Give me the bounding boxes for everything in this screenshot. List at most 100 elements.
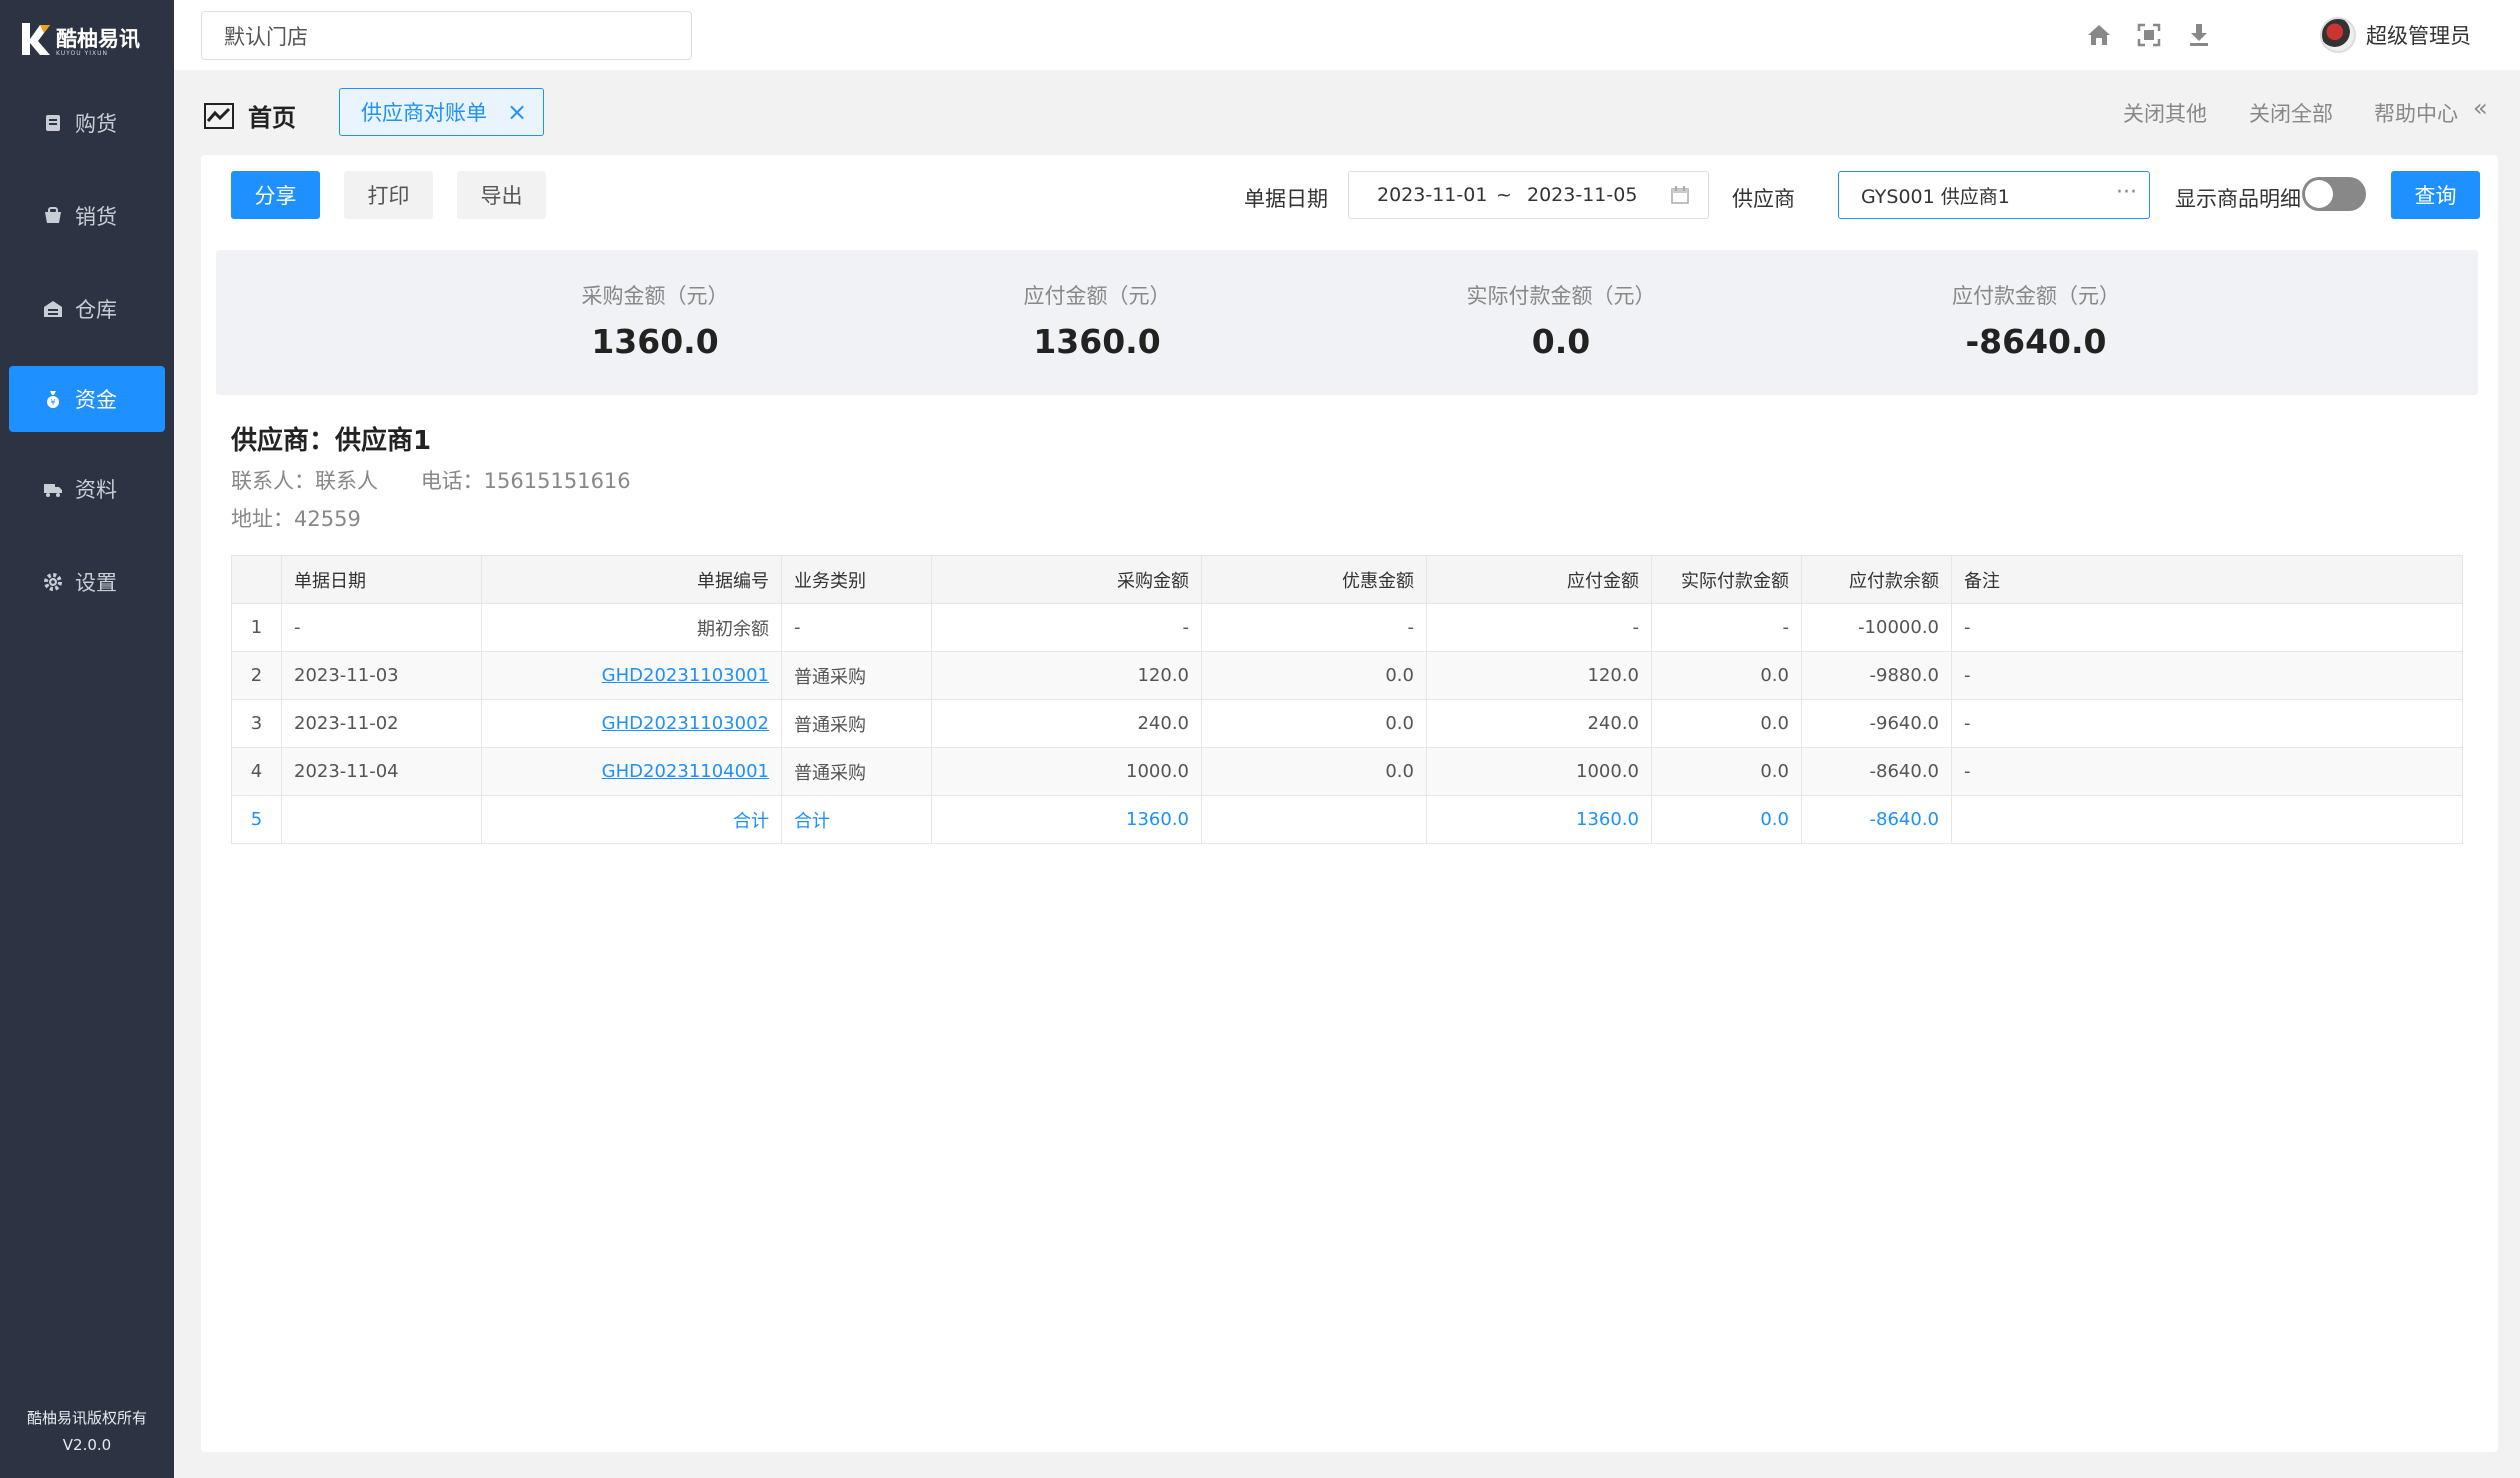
warehouse-icon xyxy=(44,301,62,317)
gear-icon xyxy=(44,573,62,591)
stat-actual-paid: 实际付款金额（元） 0.0 xyxy=(1411,280,1711,361)
date-range-picker[interactable]: 2023-11-01 ~ 2023-11-05 xyxy=(1348,171,1709,219)
close-icon[interactable]: × xyxy=(507,98,527,126)
logo-subtext: KUYOU YIXUN xyxy=(56,50,108,57)
cell-payable: 1000.0 xyxy=(1426,747,1652,796)
cell-type: 普通采购 xyxy=(781,651,932,700)
tabs-row: 首页 供应商对账单 × 关闭其他 关闭全部 帮助中心 « xyxy=(174,70,2520,154)
money-bag-icon: ¥ xyxy=(47,391,59,408)
cell-date xyxy=(281,795,482,844)
cell-paid: 0.0 xyxy=(1651,651,1802,700)
cell-balance: -8640.0 xyxy=(1801,795,1952,844)
cell-purchase: 240.0 xyxy=(931,699,1202,748)
table-row[interactable]: 1 - 期初余额 - - - - - -10000.0 - xyxy=(231,603,2463,652)
print-button[interactable]: 打印 xyxy=(344,171,433,219)
col-header-date[interactable]: 单据日期 xyxy=(281,555,482,604)
tab-supplier-statement[interactable]: 供应商对账单 × xyxy=(339,88,544,136)
home-icon[interactable] xyxy=(2085,21,2113,49)
tab-home-label: 首页 xyxy=(248,104,296,132)
cell-discount: - xyxy=(1201,603,1427,652)
download-icon[interactable] xyxy=(2185,21,2213,49)
table-row[interactable]: 3 2023-11-02 GHD20231103002 普通采购 240.0 0… xyxy=(231,699,2463,748)
cell-paid: 0.0 xyxy=(1651,795,1802,844)
sidebar-item-purchase[interactable]: 购货 xyxy=(9,90,165,156)
close-others-button[interactable]: 关闭其他 xyxy=(2123,98,2207,128)
col-header-doc-no[interactable]: 单据编号 xyxy=(481,555,782,604)
help-center-button[interactable]: 帮助中心 xyxy=(2374,98,2458,128)
table-row[interactable]: 2 2023-11-03 GHD20231103001 普通采购 120.0 0… xyxy=(231,651,2463,700)
logo-icon xyxy=(22,23,50,55)
show-detail-toggle[interactable] xyxy=(2302,177,2366,211)
user-name: 超级管理员 xyxy=(2366,24,2471,48)
export-button[interactable]: 导出 xyxy=(457,171,546,219)
supplier-phone: 电话：15615151616 xyxy=(420,469,631,493)
cell-type: 普通采购 xyxy=(781,747,932,796)
cell-date: 2023-11-04 xyxy=(281,747,482,796)
supplier-label: 供应商 xyxy=(1732,187,1795,211)
copyright-text: 酷柚易讯版权所有 xyxy=(26,1409,147,1427)
sidebar-item-data[interactable]: 资料 xyxy=(9,456,165,522)
truck-icon xyxy=(44,484,62,497)
date-from[interactable]: 2023-11-01 xyxy=(1377,184,1487,206)
cell-remark: - xyxy=(1951,747,2463,796)
main-content: 分享 打印 导出 单据日期 2023-11-01 ~ 2023-11-05 供应… xyxy=(201,155,2498,1452)
stat-value: 1360.0 xyxy=(591,322,719,361)
sidebar-item-sales[interactable]: 销货 xyxy=(9,183,165,249)
query-button[interactable]: 查询 xyxy=(2391,171,2480,219)
doc-link[interactable]: GHD20231103001 xyxy=(602,665,769,686)
store-select[interactable] xyxy=(201,11,692,60)
cell-paid: - xyxy=(1651,603,1802,652)
col-header-remark[interactable]: 备注 xyxy=(1951,555,2463,604)
sales-icon xyxy=(45,207,61,223)
supplier-select[interactable]: GYS001 供应商1 ··· xyxy=(1838,171,2150,219)
cell-remark: - xyxy=(1951,603,2463,652)
sidebar-item-label: 设置 xyxy=(75,571,117,595)
cell-date: 2023-11-02 xyxy=(281,699,482,748)
tab-label: 供应商对账单 xyxy=(361,101,487,125)
supplier-value: GYS001 供应商1 xyxy=(1861,185,2010,208)
date-separator: ~ xyxy=(1496,184,1512,206)
user-menu[interactable]: 超级管理员 xyxy=(2320,14,2471,56)
cell-balance: -9880.0 xyxy=(1801,651,1952,700)
cell-purchase: 1360.0 xyxy=(931,795,1202,844)
cell-discount: 0.0 xyxy=(1201,699,1427,748)
stat-label: 采购金额（元） xyxy=(581,284,729,308)
col-header-discount[interactable]: 优惠金额 xyxy=(1201,555,1427,604)
avatar xyxy=(2320,17,2356,53)
collapse-icon[interactable]: « xyxy=(2473,94,2488,122)
cell-index: 4 xyxy=(231,747,282,796)
cell-date: - xyxy=(281,603,482,652)
supplier-title: 供应商：供应商1 xyxy=(231,426,432,456)
cell-payable: 120.0 xyxy=(1426,651,1652,700)
col-header-index xyxy=(231,555,282,604)
col-header-payable[interactable]: 应付金额 xyxy=(1426,555,1652,604)
col-header-paid[interactable]: 实际付款金额 xyxy=(1651,555,1802,604)
col-header-type[interactable]: 业务类别 xyxy=(781,555,932,604)
cell-purchase: 1000.0 xyxy=(931,747,1202,796)
cell-discount: 0.0 xyxy=(1201,747,1427,796)
sidebar-item-warehouse[interactable]: 仓库 xyxy=(9,276,165,342)
supplier-contact: 联系人：联系人 xyxy=(231,469,378,493)
doc-link[interactable]: GHD20231104001 xyxy=(602,761,769,782)
tab-home[interactable]: 首页 xyxy=(204,98,296,133)
sidebar-item-settings[interactable]: 设置 xyxy=(9,549,165,615)
fullscreen-icon[interactable] xyxy=(2135,21,2163,49)
doc-link[interactable]: GHD20231103002 xyxy=(602,713,769,734)
sidebar-item-label: 资金 xyxy=(75,388,117,412)
version-text: V2.0.0 xyxy=(62,1436,112,1454)
date-to[interactable]: 2023-11-05 xyxy=(1527,184,1637,206)
col-header-balance[interactable]: 应付款余额 xyxy=(1801,555,1952,604)
sidebar-item-funds[interactable]: ¥ 资金 xyxy=(9,366,165,432)
cell-index: 1 xyxy=(231,603,282,652)
col-header-purchase[interactable]: 采购金额 xyxy=(931,555,1202,604)
sidebar-item-label: 购货 xyxy=(75,112,117,136)
share-button[interactable]: 分享 xyxy=(231,171,320,219)
more-icon[interactable]: ··· xyxy=(2116,180,2137,205)
date-label: 单据日期 xyxy=(1244,187,1328,211)
cell-discount: 0.0 xyxy=(1201,651,1427,700)
sidebar-item-label: 仓库 xyxy=(75,298,117,322)
cell-balance: -9640.0 xyxy=(1801,699,1952,748)
table-row[interactable]: 4 2023-11-04 GHD20231104001 普通采购 1000.0 … xyxy=(231,747,2463,796)
statement-table: 单据日期 单据编号 业务类别 采购金额 优惠金额 应付金额 实际付款金额 应付款… xyxy=(231,555,2463,844)
close-all-button[interactable]: 关闭全部 xyxy=(2249,98,2333,128)
